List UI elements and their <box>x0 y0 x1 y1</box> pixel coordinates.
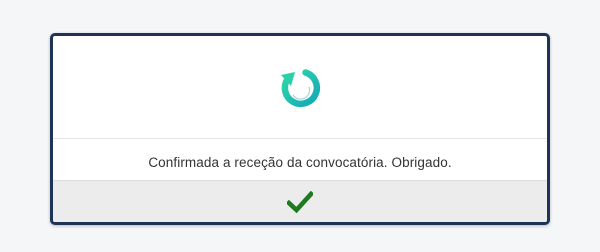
confirm-button[interactable] <box>280 186 320 218</box>
confirmation-message: Confirmada a receção da convocatória. Ob… <box>148 154 452 170</box>
message-area: Confirmada a receção da convocatória. Ob… <box>53 139 547 185</box>
refresh-circle-icon <box>278 65 322 109</box>
page: Confirmada a receção da convocatória. Ob… <box>0 0 600 252</box>
logo-area <box>53 36 547 139</box>
confirmation-dialog: Confirmada a receção da convocatória. Ob… <box>50 33 550 225</box>
dialog-footer <box>53 180 547 222</box>
checkmark-icon <box>287 190 313 213</box>
